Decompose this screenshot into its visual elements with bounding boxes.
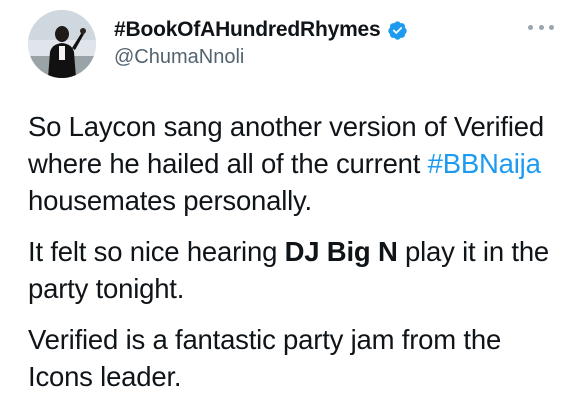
tweet-header: #BookOfAHundredRhymes @ChumaNnoli xyxy=(28,10,560,80)
tweet-card: #BookOfAHundredRhymes @ChumaNnoli So Lay… xyxy=(0,0,580,420)
p1-text-after: housemates personally. xyxy=(28,185,313,216)
more-dot-3 xyxy=(549,24,554,30)
more-dot-2 xyxy=(538,24,544,30)
tweet-paragraph-3: Verified is a fantastic party jam from t… xyxy=(28,321,568,395)
tweet-paragraph-2: It felt so nice hearing DJ Big N play it… xyxy=(28,233,568,307)
more-dot-1 xyxy=(528,24,533,30)
tweet-paragraph-1: So Laycon sang another version of Verifi… xyxy=(28,108,568,219)
display-name[interactable]: #BookOfAHundredRhymes xyxy=(114,18,381,42)
more-options-icon[interactable] xyxy=(528,18,554,36)
avatar[interactable] xyxy=(28,10,96,78)
user-handle[interactable]: @ChumaNnoli xyxy=(114,46,408,69)
avatar-photo-icon xyxy=(28,10,96,78)
verified-badge-icon xyxy=(387,20,407,40)
p3-text: Verified is a fantastic party jam from t… xyxy=(28,324,502,392)
hashtag-link[interactable]: #BBNaija xyxy=(428,148,541,179)
p2-bold-text: DJ Big N xyxy=(284,236,398,267)
display-name-row: #BookOfAHundredRhymes xyxy=(114,16,408,44)
p2-text-before: It felt so nice hearing xyxy=(28,236,285,267)
author-names: #BookOfAHundredRhymes @ChumaNnoli xyxy=(114,16,408,69)
tweet-text: So Laycon sang another version of Verifi… xyxy=(28,108,568,409)
